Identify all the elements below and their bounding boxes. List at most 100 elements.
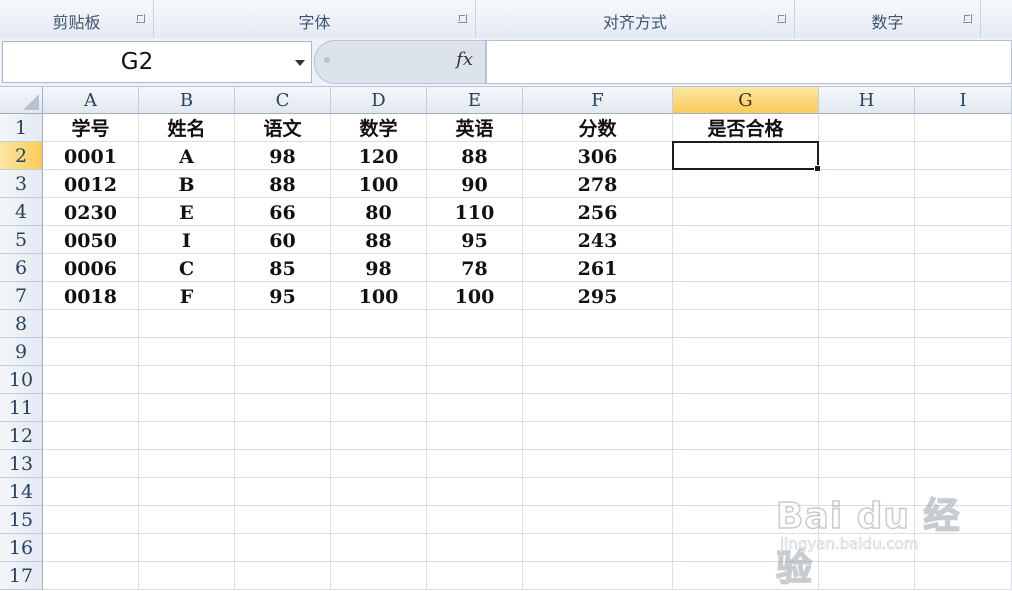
cell-d15[interactable] <box>331 506 427 534</box>
cell-i13[interactable] <box>915 450 1012 478</box>
column-header-e[interactable]: E <box>427 87 523 114</box>
cell-b16[interactable] <box>139 534 235 562</box>
cell-i4[interactable] <box>915 198 1012 226</box>
cell-c4[interactable]: 66 <box>235 198 331 226</box>
cell-b1[interactable]: 姓名 <box>139 114 235 142</box>
cell-c5[interactable]: 60 <box>235 226 331 254</box>
row-header-4[interactable]: 4 <box>0 198 43 226</box>
dialog-launcher-icon[interactable] <box>458 14 467 23</box>
cell-h7[interactable] <box>819 282 915 310</box>
cell-a3[interactable]: 0012 <box>43 170 139 198</box>
cell-i14[interactable] <box>915 478 1012 506</box>
cell-e4[interactable]: 110 <box>427 198 523 226</box>
cell-i2[interactable] <box>915 142 1012 170</box>
cell-h1[interactable] <box>819 114 915 142</box>
cell-i9[interactable] <box>915 338 1012 366</box>
cell-a6[interactable]: 0006 <box>43 254 139 282</box>
select-all-button[interactable] <box>0 87 43 114</box>
cell-g15[interactable] <box>673 506 819 534</box>
row-header-9[interactable]: 9 <box>0 338 43 366</box>
cell-h6[interactable] <box>819 254 915 282</box>
cell-d14[interactable] <box>331 478 427 506</box>
cell-i15[interactable] <box>915 506 1012 534</box>
cell-f17[interactable] <box>523 562 673 590</box>
row-header-10[interactable]: 10 <box>0 366 43 394</box>
cell-b9[interactable] <box>139 338 235 366</box>
row-header-13[interactable]: 13 <box>0 450 43 478</box>
column-header-g[interactable]: G <box>673 87 819 114</box>
cell-c9[interactable] <box>235 338 331 366</box>
column-header-i[interactable]: I <box>915 87 1012 114</box>
column-header-d[interactable]: D <box>331 87 427 114</box>
cell-g11[interactable] <box>673 394 819 422</box>
cell-g17[interactable] <box>673 562 819 590</box>
cell-g10[interactable] <box>673 366 819 394</box>
cell-a4[interactable]: 0230 <box>43 198 139 226</box>
cell-b4[interactable]: E <box>139 198 235 226</box>
cell-g14[interactable] <box>673 478 819 506</box>
cell-f4[interactable]: 256 <box>523 198 673 226</box>
cell-h4[interactable] <box>819 198 915 226</box>
row-header-5[interactable]: 5 <box>0 226 43 254</box>
cell-a1[interactable]: 学号 <box>43 114 139 142</box>
chevron-down-icon[interactable] <box>295 60 305 66</box>
cell-e9[interactable] <box>427 338 523 366</box>
cell-b17[interactable] <box>139 562 235 590</box>
cell-d9[interactable] <box>331 338 427 366</box>
cell-a2[interactable]: 0001 <box>43 142 139 170</box>
cell-d12[interactable] <box>331 422 427 450</box>
cell-d17[interactable] <box>331 562 427 590</box>
cell-e5[interactable]: 95 <box>427 226 523 254</box>
cell-g2[interactable] <box>673 142 819 170</box>
cell-d7[interactable]: 100 <box>331 282 427 310</box>
cell-h14[interactable] <box>819 478 915 506</box>
cell-c3[interactable]: 88 <box>235 170 331 198</box>
column-header-b[interactable]: B <box>139 87 235 114</box>
cell-h3[interactable] <box>819 170 915 198</box>
cell-a14[interactable] <box>43 478 139 506</box>
column-header-a[interactable]: A <box>43 87 139 114</box>
cell-e3[interactable]: 90 <box>427 170 523 198</box>
cell-e16[interactable] <box>427 534 523 562</box>
cell-b3[interactable]: B <box>139 170 235 198</box>
cell-g1[interactable]: 是否合格 <box>673 114 819 142</box>
cell-e12[interactable] <box>427 422 523 450</box>
cell-d8[interactable] <box>331 310 427 338</box>
cell-h10[interactable] <box>819 366 915 394</box>
cell-e7[interactable]: 100 <box>427 282 523 310</box>
dialog-launcher-icon[interactable] <box>777 14 786 23</box>
cell-f11[interactable] <box>523 394 673 422</box>
resize-handle-icon[interactable] <box>324 57 330 63</box>
cell-b15[interactable] <box>139 506 235 534</box>
cell-i16[interactable] <box>915 534 1012 562</box>
cell-g8[interactable] <box>673 310 819 338</box>
cell-f1[interactable]: 分数 <box>523 114 673 142</box>
cell-g12[interactable] <box>673 422 819 450</box>
dialog-launcher-icon[interactable] <box>963 14 972 23</box>
cell-f12[interactable] <box>523 422 673 450</box>
cell-e2[interactable]: 88 <box>427 142 523 170</box>
cell-d11[interactable] <box>331 394 427 422</box>
cell-a16[interactable] <box>43 534 139 562</box>
cell-i8[interactable] <box>915 310 1012 338</box>
column-header-h[interactable]: H <box>819 87 915 114</box>
cell-i10[interactable] <box>915 366 1012 394</box>
cell-g6[interactable] <box>673 254 819 282</box>
cell-e17[interactable] <box>427 562 523 590</box>
formula-input[interactable] <box>486 40 1012 84</box>
cell-d6[interactable]: 98 <box>331 254 427 282</box>
row-header-12[interactable]: 12 <box>0 422 43 450</box>
row-header-7[interactable]: 7 <box>0 282 43 310</box>
cell-c7[interactable]: 95 <box>235 282 331 310</box>
cell-e10[interactable] <box>427 366 523 394</box>
column-header-c[interactable]: C <box>235 87 331 114</box>
cell-g4[interactable] <box>673 198 819 226</box>
cell-h2[interactable] <box>819 142 915 170</box>
column-header-f[interactable]: F <box>523 87 673 114</box>
cell-d13[interactable] <box>331 450 427 478</box>
cell-a12[interactable] <box>43 422 139 450</box>
cell-i5[interactable] <box>915 226 1012 254</box>
row-header-17[interactable]: 17 <box>0 562 43 590</box>
row-header-8[interactable]: 8 <box>0 310 43 338</box>
cell-e1[interactable]: 英语 <box>427 114 523 142</box>
